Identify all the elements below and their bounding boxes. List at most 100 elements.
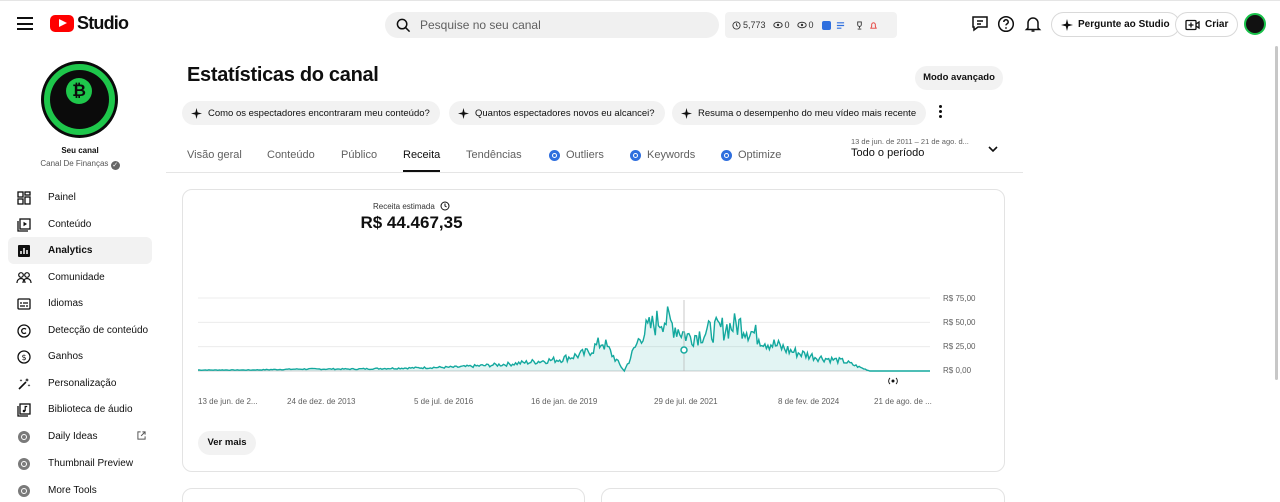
sidebar-item-ganhos[interactable]: $ Ganhos [8,343,152,370]
x-tick-label: 5 de jul. de 2016 [414,397,474,406]
subtitles-icon [16,296,32,312]
tab-outliers[interactable]: Outliers [549,149,604,173]
metric-value: R$ 44.467,35 [360,213,463,232]
page-scrollbar[interactable] [1275,46,1278,380]
views-stat-b: 0 [796,20,814,30]
create-button[interactable]: Criar [1175,12,1239,37]
revenue-chart[interactable] [198,290,938,390]
account-avatar[interactable] [1244,13,1266,35]
sidebar-item-analytics[interactable]: Analytics [8,237,152,264]
analytics-icon [16,243,32,259]
extension-stats-bar[interactable]: 5,773 0 0 [725,12,897,38]
menu-icon[interactable] [17,17,33,30]
search-icon [396,18,411,32]
sparkle-icon [458,107,469,119]
sidebar-item-personalizacao[interactable]: Personalização [8,370,152,397]
sidebar-item-deteccao[interactable]: Detecção de conteúdo [8,317,152,344]
see-more-button[interactable]: Ver mais [198,431,256,455]
sparkle-icon [191,107,202,119]
sidebar-item-thumbnail-preview[interactable]: Thumbnail Preview [8,450,152,477]
advanced-mode-button[interactable]: Modo avançado [915,66,1003,90]
metric-label: Receita estimada [0,201,823,211]
more-options-icon[interactable] [939,105,943,120]
sidebar-item-biblioteca-audio[interactable]: Biblioteca de áudio [8,396,152,423]
extension-icon [18,430,30,443]
realtime-icon [888,377,898,385]
help-icon[interactable] [997,15,1015,33]
external-link-icon [137,431,146,440]
extension-icon[interactable] [821,20,831,30]
tab-tendencias[interactable]: Tendências [466,149,522,173]
x-tick-label: 8 de fev. de 2024 [778,397,840,406]
feedback-icon[interactable] [971,15,989,33]
x-tick-label: 21 de ago. de ... [874,397,932,406]
channel-name: Seu canal [61,146,99,155]
youtube-studio-logo[interactable]: Studio [50,13,129,34]
earn-icon: $ [16,349,32,365]
extension-logo-icon [16,483,32,499]
search-placeholder: Pesquise no seu canal [420,18,541,32]
community-icon [16,270,32,286]
tab-conteudo[interactable]: Conteúdo [267,149,315,173]
extension-icon [18,484,30,497]
sidebar-item-comunidade[interactable]: Comunidade [8,264,152,291]
x-tick-label: 13 de jun. de 2... [198,397,258,406]
extension-icon [18,457,30,470]
sidebar: ₿ Seu canal Canal De Finanças ✓ Painel C… [0,46,160,502]
search-input[interactable]: Pesquise no seu canal [385,12,719,38]
clock-stat: 5,773 [732,20,766,30]
channel-avatar[interactable]: ₿ [41,61,118,138]
sparkle-icon [1061,18,1073,31]
tabs-divider [166,172,1023,173]
x-tick-label: 16 de jan. de 2019 [531,397,598,406]
svg-text:$: $ [21,353,26,362]
extension-logo-icon [16,429,32,445]
eye-icon [796,21,807,29]
chart-hover-point [680,346,688,354]
tab-receita[interactable]: Receita [403,149,441,172]
ask-studio-button[interactable]: Pergunte ao Studio [1051,12,1180,37]
extension-logo-icon [16,456,32,472]
x-tick-label: 24 de dez. de 2013 [287,397,356,406]
chart-area [198,306,930,371]
sidebar-item-daily-ideas[interactable]: Daily Ideas [8,423,152,450]
list-icon[interactable] [836,21,845,30]
chevron-down-icon[interactable] [987,144,999,154]
y-tick-label: R$ 50,00 [943,318,976,327]
channel-subtitle: Canal De Finanças ✓ [40,159,120,170]
tab-publico[interactable]: Público [341,149,377,173]
sparkle-icon [681,107,692,119]
copyright-icon [16,323,32,339]
y-tick-label: R$ 75,00 [943,294,976,303]
youtube-play-icon [50,15,74,32]
suggestion-chip-new-viewers[interactable]: Quantos espectadores novos eu alcancei? [449,101,665,125]
trophy-icon[interactable] [855,20,864,30]
x-tick-label: 29 de jul. de 2021 [654,397,718,406]
customization-icon [16,376,32,392]
period-range[interactable]: 13 de jun. de 2011 – 21 de ago. d... [851,137,969,146]
clock-icon [440,201,450,211]
period-selector[interactable]: Todo o período [851,147,924,159]
sidebar-item-more-tools[interactable]: More Tools [8,477,152,502]
audio-library-icon [16,402,32,418]
tab-keywords[interactable]: Keywords [630,149,695,173]
alert-icon[interactable] [869,21,878,30]
y-tick-label: R$ 0,00 [943,366,972,375]
top-bar: Studio Pesquise no seu canal 5,773 0 0 P… [0,0,1280,46]
extension-icon [721,150,732,161]
views-stat-a: 0 [772,20,790,30]
extension-icon [549,150,560,161]
tab-visao-geral[interactable]: Visão geral [187,149,242,173]
clock-icon [732,20,741,30]
page-title: Estatísticas do canal [187,64,379,86]
suggestion-chip-latest-video[interactable]: Resuma o desempenho do meu vídeo mais re… [672,101,927,125]
bottom-card-right [601,488,1005,502]
eye-icon [772,21,783,29]
extension-icon [630,150,641,161]
bitcoin-icon: ₿ [66,78,92,104]
notifications-icon[interactable] [1024,15,1042,33]
suggestion-chip-discovery[interactable]: Como os espectadores encontraram meu con… [182,101,440,125]
tab-optimize[interactable]: Optimize [721,149,781,173]
sidebar-item-idiomas[interactable]: Idiomas [8,290,152,317]
bottom-card-left [182,488,585,502]
